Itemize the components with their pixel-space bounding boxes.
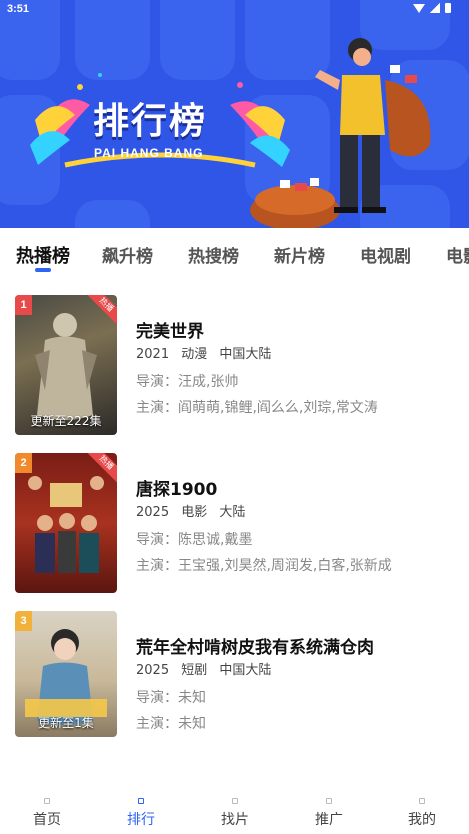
nav-home-label: 首页 — [33, 812, 61, 828]
rank-badge: 1 — [15, 295, 32, 315]
item-region: 中国大陆 — [219, 347, 272, 362]
item-cast: 主演：王宝强,刘昊然,周润发,白客,张新成 — [136, 558, 392, 574]
item-genre: 动漫 — [181, 347, 208, 362]
signal-icon — [430, 3, 440, 13]
rank-badge: 3 — [15, 611, 32, 631]
item-cast: 主演：阎萌萌,锦鲤,阎么么,刘琮,常文涛 — [136, 400, 378, 416]
item-meta: 2025 短剧 中国大陆 — [136, 659, 279, 678]
item-title[interactable]: 荒年全村啃树皮我有系统满仓肉 — [136, 633, 374, 658]
ranking-banner: 3:51 排行榜 PAI HANG BANG — [0, 0, 469, 228]
item-director: 导演：汪成,张帅 — [136, 374, 239, 390]
battery-icon — [445, 3, 451, 13]
item-cast: 主演：未知 — [136, 716, 206, 732]
tab-rising[interactable]: 飙升榜 — [102, 242, 153, 267]
poster-image[interactable]: 1 热播 更新至222集 — [15, 295, 117, 435]
poster-image[interactable]: 3 更新至1集 — [15, 611, 117, 737]
nav-promote-label: 推广 — [315, 812, 343, 828]
nav-ranking[interactable]: 排行 — [94, 790, 188, 834]
nav-find-label: 找片 — [221, 812, 249, 828]
item-genre: 电影 — [181, 505, 208, 520]
banner-title: 排行榜 — [93, 100, 208, 141]
item-director: 导演：陈思诚,戴墨 — [136, 532, 253, 548]
item-meta: 2021 动漫 中国大陆 — [136, 343, 279, 362]
banner-illustration — [250, 38, 431, 228]
nav-ranking-label: 排行 — [127, 812, 155, 828]
tab-tv-series[interactable]: 电视剧 — [360, 242, 411, 267]
promote-icon — [326, 798, 332, 804]
item-region: 中国大陆 — [219, 663, 272, 678]
nav-find[interactable]: 找片 — [188, 790, 282, 834]
status-bar: 3:51 — [0, 0, 469, 20]
list-item[interactable]: 1 热播 更新至222集 完美世界 2021 动漫 中国大陆 导演：汪成,张帅 … — [0, 295, 469, 453]
item-title[interactable]: 完美世界 — [136, 317, 204, 342]
banner-bg-tile — [75, 200, 150, 228]
ranking-tab-bar: 热播榜 飙升榜 热搜榜 新片榜 电视剧 电影 — [0, 228, 469, 280]
bottom-navigation: 首页 排行 找片 推广 我的 — [0, 790, 469, 834]
item-meta: 2025 电影 大陆 — [136, 501, 253, 520]
status-time: 3:51 — [7, 3, 30, 15]
poster-figure — [28, 476, 104, 573]
banner-subtitle: PAI HANG BANG — [94, 146, 204, 160]
update-status: 更新至1集 — [38, 716, 94, 730]
tab-new-release[interactable]: 新片榜 — [274, 242, 325, 267]
item-title[interactable]: 唐探1900 — [136, 475, 217, 500]
nav-profile-label: 我的 — [408, 812, 436, 828]
item-year: 2025 — [136, 663, 170, 678]
nav-home[interactable]: 首页 — [0, 790, 94, 834]
item-director: 导演：未知 — [136, 690, 206, 706]
update-status: 更新至222集 — [30, 414, 102, 428]
find-icon — [232, 798, 238, 804]
item-region: 大陆 — [219, 505, 246, 520]
active-tab-indicator — [35, 268, 51, 272]
item-year: 2021 — [136, 347, 170, 362]
rank-badge: 2 — [15, 453, 32, 473]
nav-promote[interactable]: 推广 — [282, 790, 376, 834]
nav-profile[interactable]: 我的 — [375, 790, 469, 834]
poster-image[interactable]: 2 热播 — [15, 453, 117, 593]
tab-hot-play[interactable]: 热播榜 — [16, 242, 70, 268]
tab-movie[interactable]: 电影 — [446, 242, 469, 267]
tab-hot-search[interactable]: 热搜榜 — [188, 242, 239, 267]
item-year: 2025 — [136, 505, 170, 520]
ranking-icon — [138, 798, 144, 804]
item-genre: 短剧 — [181, 663, 208, 678]
profile-icon — [419, 798, 425, 804]
home-icon — [44, 798, 50, 804]
list-item[interactable]: 3 更新至1集 荒年全村啃树皮我有系统满仓肉 2025 短剧 中国大陆 导演：未… — [0, 611, 469, 769]
wifi-icon — [413, 3, 425, 13]
list-item[interactable]: 2 热播 唐探1900 2025 电影 大陆 导演：陈思诚,戴墨 主演：王宝强,… — [0, 453, 469, 611]
